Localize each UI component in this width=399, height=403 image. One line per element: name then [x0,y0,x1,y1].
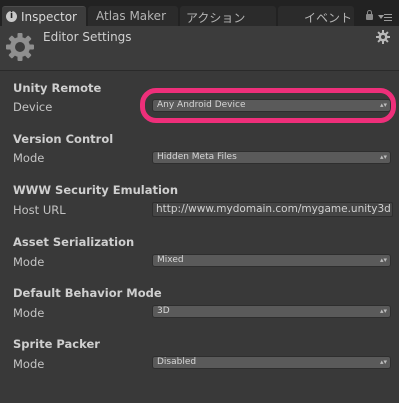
section-title-www-security: WWW Security Emulation [13,183,179,197]
tab-label: イベント [304,11,353,25]
host-url-field[interactable]: http://www.mydomain.com/mygame.unity3d [152,202,393,217]
chevron-updown-icon: ▴▾ [379,153,387,161]
default-behavior-mode-dropdown[interactable]: 3D ▴▾ [152,305,391,318]
lock-icon[interactable] [366,10,373,20]
tab-label: アクション [186,11,246,25]
section-title-asset-serialization: Asset Serialization [13,235,135,249]
version-control-mode-label: Mode [13,151,45,165]
gear-icon[interactable] [376,30,390,44]
tab-atlas-maker[interactable]: Atlas Maker [88,6,178,26]
tab-label: Inspector [21,10,77,24]
tab-menu-icon[interactable] [378,12,392,22]
asset-serialization-mode-label: Mode [13,255,45,269]
inspector-header: Editor Settings [0,26,399,71]
section-title-unity-remote: Unity Remote [13,81,102,95]
default-behavior-mode-label: Mode [13,306,45,320]
section-title-sprite-packer: Sprite Packer [13,337,100,351]
chevron-updown-icon: ▴▾ [379,307,387,315]
tab-bar: i Inspector Atlas Maker アクション イベント [0,0,399,26]
highlight-annotation [140,88,396,123]
sprite-packer-mode-label: Mode [13,357,45,371]
tab-label: Atlas Maker [96,9,167,23]
version-control-mode-value: Hidden Meta Files [157,152,237,162]
gear-icon [6,33,34,61]
tab-inspector[interactable]: i Inspector [2,6,86,26]
inspector-window: i Inspector Atlas Maker アクション イベント Edito… [0,0,399,403]
section-title-default-behavior: Default Behavior Mode [13,286,162,300]
default-behavior-mode-value: 3D [157,306,170,316]
asset-serialization-mode-dropdown[interactable]: Mixed ▴▾ [152,254,391,267]
info-icon: i [6,11,17,22]
tab-action[interactable]: アクション [180,6,276,26]
version-control-mode-dropdown[interactable]: Hidden Meta Files ▴▾ [152,151,391,164]
sprite-packer-mode-dropdown[interactable]: Disabled ▴▾ [152,356,391,369]
tab-event[interactable]: イベント [278,6,354,26]
chevron-updown-icon: ▴▾ [379,358,387,366]
asset-serialization-mode-value: Mixed [157,255,184,265]
page-title: Editor Settings [43,30,132,44]
sprite-packer-mode-value: Disabled [157,357,197,367]
chevron-updown-icon: ▴▾ [379,256,387,264]
host-url-value: http://www.mydomain.com/mygame.unity3d [156,203,391,215]
host-url-label: Host URL [13,203,66,217]
device-label: Device [13,100,53,114]
section-title-version-control: Version Control [13,132,114,146]
